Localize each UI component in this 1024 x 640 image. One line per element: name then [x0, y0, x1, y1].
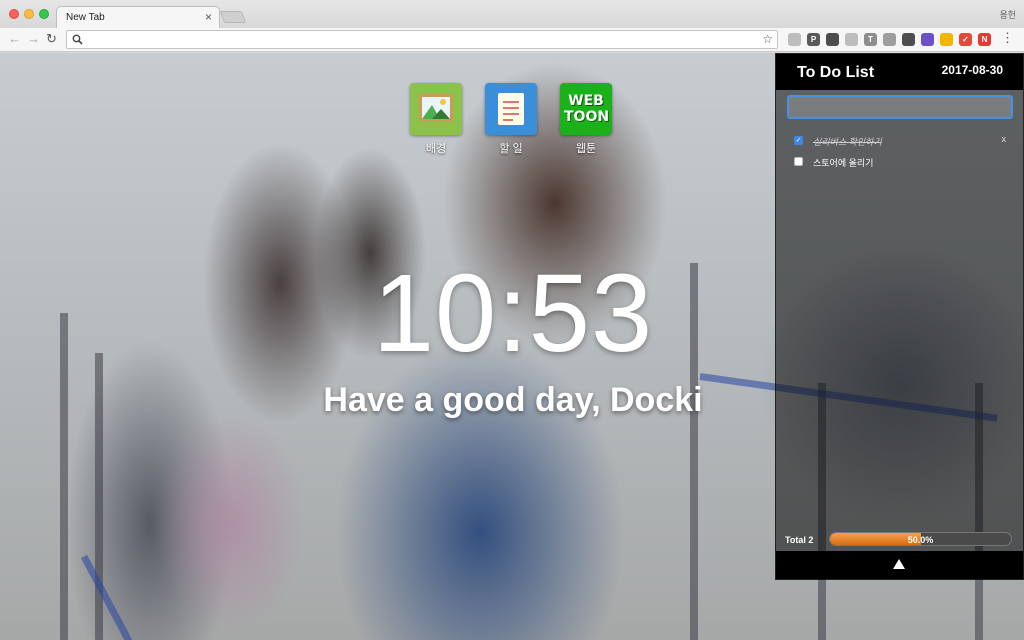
todo-checkbox-checked[interactable]: ✓ [794, 136, 803, 145]
new-tab-page: 배경 할 일 WEB TOON 웹툰 10:53 Have a good day… [0, 53, 1024, 640]
reload-button[interactable]: ↻ [46, 32, 57, 46]
bookmark-star-icon[interactable] [845, 33, 858, 46]
webtoon-logo-bottom: TOON [564, 109, 610, 125]
new-tab-button[interactable] [219, 11, 247, 23]
todo-title: To Do List [797, 64, 875, 81]
greeting-message: Have a good day, Docki [323, 381, 703, 419]
webtoon-icon: WEB TOON [560, 83, 612, 135]
picture-icon [410, 83, 462, 135]
circle-ext-icon[interactable] [921, 33, 934, 46]
todo-item[interactable]: ✓ 실리버스 확인하기 x [794, 134, 1016, 148]
todo-date: 2017-08-30 [941, 63, 1003, 77]
shortcut-webtoon[interactable]: WEB TOON 웹툰 [559, 83, 613, 156]
todo-item-text: 스토어에 올리기 [813, 158, 874, 168]
tab-title: New Tab [66, 12, 105, 23]
tab-close-icon[interactable]: × [205, 10, 212, 24]
delete-icon[interactable]: x [1002, 134, 1007, 144]
bookmark-star-icon[interactable]: ☆ [762, 32, 773, 46]
shortcut-todo-label: 할 일 [499, 143, 523, 155]
check-ext-icon[interactable]: ✓ [959, 33, 972, 46]
todo-checkbox[interactable] [794, 157, 803, 166]
forward-button[interactable]: → [27, 32, 40, 46]
shortcut-background[interactable]: 배경 [409, 83, 463, 156]
menu-icon[interactable]: ⋮ [1001, 31, 1014, 45]
search-icon [72, 34, 83, 45]
title-bar: New Tab × 용헌 [0, 0, 1024, 28]
text-icon[interactable]: T [864, 33, 877, 46]
eyedropper-icon[interactable] [826, 33, 839, 46]
todo-progress-label: 50.0% [907, 535, 934, 545]
evernote-icon[interactable] [902, 33, 915, 46]
address-bar[interactable]: ☆ [66, 30, 778, 49]
pinterest-icon[interactable]: P [807, 33, 820, 46]
todo-item-text: 실리버스 확인하기 [813, 137, 882, 147]
collapse-up-icon[interactable] [893, 559, 905, 569]
clock-time: 10:53 [372, 252, 654, 375]
profile-button[interactable]: 용헌 [999, 8, 1016, 21]
todo-input[interactable] [787, 95, 1013, 119]
webtoon-logo-top: WEB [568, 93, 604, 109]
tab-new-tab[interactable]: New Tab × [56, 6, 220, 28]
shortcut-webtoon-label: 웹툰 [575, 143, 597, 155]
shortcut-todo[interactable]: 할 일 [484, 83, 538, 156]
shortcut-background-label: 배경 [425, 143, 447, 155]
minimize-window-button[interactable] [24, 9, 34, 19]
maximize-window-button[interactable] [39, 9, 49, 19]
browser-toolbar: ← → ↻ ☆ P T ✓ N ⋮ [0, 28, 1024, 52]
dots-ext-icon[interactable] [940, 33, 953, 46]
todo-total-count: Total 2 [785, 535, 814, 545]
todo-panel: To Do List 2017-08-30 ✓ 실리버스 확인하기 x 스토어에… [775, 53, 1024, 580]
todo-item[interactable]: 스토어에 올리기 [794, 155, 1016, 169]
close-window-button[interactable] [9, 9, 19, 19]
columns-icon[interactable] [883, 33, 896, 46]
todo-footer [776, 551, 1023, 579]
back-button[interactable]: ← [8, 32, 21, 46]
checklist-icon [485, 83, 537, 135]
n-ext-icon[interactable]: N [978, 33, 991, 46]
cast-icon[interactable] [788, 33, 801, 46]
todo-progress-bar: 50.0% [829, 532, 1012, 546]
todo-header: To Do List 2017-08-30 [776, 54, 1023, 90]
